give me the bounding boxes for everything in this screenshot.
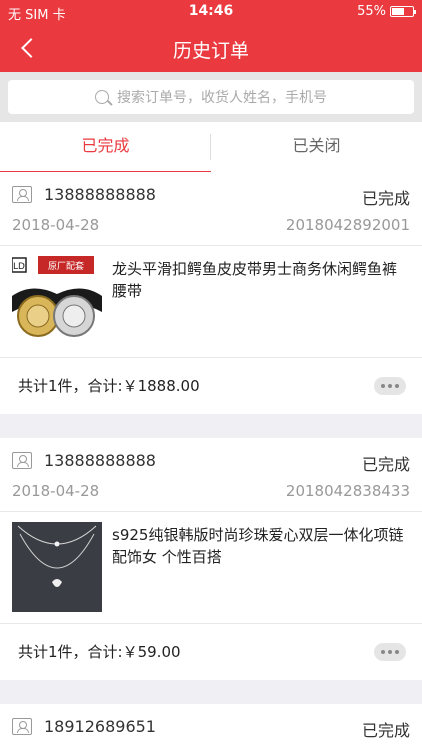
product-image-belt: LD 原厂配套 bbox=[12, 256, 102, 346]
order-total: 共计1件，合计:￥59.00 bbox=[18, 643, 181, 661]
order-footer: 共计1件，合计:￥59.00 bbox=[0, 624, 422, 680]
order-card[interactable]: 18912689651 已完成 bbox=[0, 704, 422, 750]
order-item[interactable]: s925纯银韩版时尚珍珠爱心双层一体化项链配饰女 个性百搭 bbox=[0, 512, 422, 624]
product-name: 龙头平滑扣鳄鱼皮皮带男士商务休闲鳄鱼裤腰带 bbox=[112, 260, 398, 300]
page-title: 历史订单 bbox=[172, 40, 249, 62]
order-date: 2018-04-28 bbox=[12, 482, 100, 500]
search-icon bbox=[95, 90, 109, 104]
order-footer: 共计1件，合计:￥1888.00 bbox=[0, 358, 422, 414]
order-total: 共计1件，合计:￥1888.00 bbox=[18, 377, 200, 395]
order-item[interactable]: LD 原厂配套 龙头平滑扣鳄鱼皮皮带男士商务休闲鳄鱼裤腰带 bbox=[0, 246, 422, 358]
order-status: 已完成 bbox=[361, 455, 410, 474]
product-badge: 原厂配套 bbox=[48, 260, 84, 272]
more-options-button[interactable] bbox=[374, 643, 406, 661]
search-area: 搜索订单号，收货人姓名，手机号 bbox=[0, 72, 422, 122]
product-brand: LD bbox=[13, 262, 25, 272]
tab-closed[interactable]: 已关闭 bbox=[211, 122, 422, 172]
order-status: 已完成 bbox=[361, 189, 410, 208]
order-number: 2018042838433 bbox=[285, 482, 410, 500]
contact-card-icon bbox=[12, 452, 32, 469]
order-phone: 13888888888 bbox=[44, 185, 156, 204]
more-options-button[interactable] bbox=[374, 377, 406, 395]
order-card[interactable]: 13888888888 已完成 2018-04-28 2018042838433… bbox=[0, 438, 422, 680]
order-card[interactable]: 13888888888 已完成 2018-04-28 2018042892001… bbox=[0, 172, 422, 414]
battery-percent: 55% bbox=[357, 4, 386, 19]
search-placeholder: 搜索订单号，收货人姓名，手机号 bbox=[117, 90, 327, 106]
order-date: 2018-04-28 bbox=[12, 216, 100, 234]
order-tabs: 已完成 已关闭 bbox=[0, 122, 422, 174]
battery-indicator: 55% bbox=[357, 4, 416, 19]
order-number: 2018042892001 bbox=[285, 216, 410, 234]
tab-divider bbox=[210, 134, 211, 160]
order-header: 13888888888 已完成 2018-04-28 2018042838433 bbox=[0, 438, 422, 512]
product-image-necklace bbox=[12, 522, 102, 612]
status-bar: 无 SIM 卡 14:46 55% bbox=[0, 0, 422, 24]
nav-bar: 历史订单 bbox=[0, 24, 422, 72]
battery-icon bbox=[390, 6, 416, 17]
order-status: 已完成 bbox=[361, 721, 410, 740]
order-header: 13888888888 已完成 2018-04-28 2018042892001 bbox=[0, 172, 422, 246]
contact-card-icon bbox=[12, 718, 32, 735]
search-input[interactable]: 搜索订单号，收货人姓名，手机号 bbox=[8, 80, 414, 114]
order-phone: 13888888888 bbox=[44, 451, 156, 470]
product-name: s925纯银韩版时尚珍珠爱心双层一体化项链配饰女 个性百搭 bbox=[112, 526, 404, 566]
order-header: 18912689651 已完成 bbox=[0, 704, 422, 750]
order-phone: 18912689651 bbox=[44, 717, 156, 736]
contact-card-icon bbox=[12, 186, 32, 203]
tab-completed[interactable]: 已完成 bbox=[0, 122, 211, 174]
